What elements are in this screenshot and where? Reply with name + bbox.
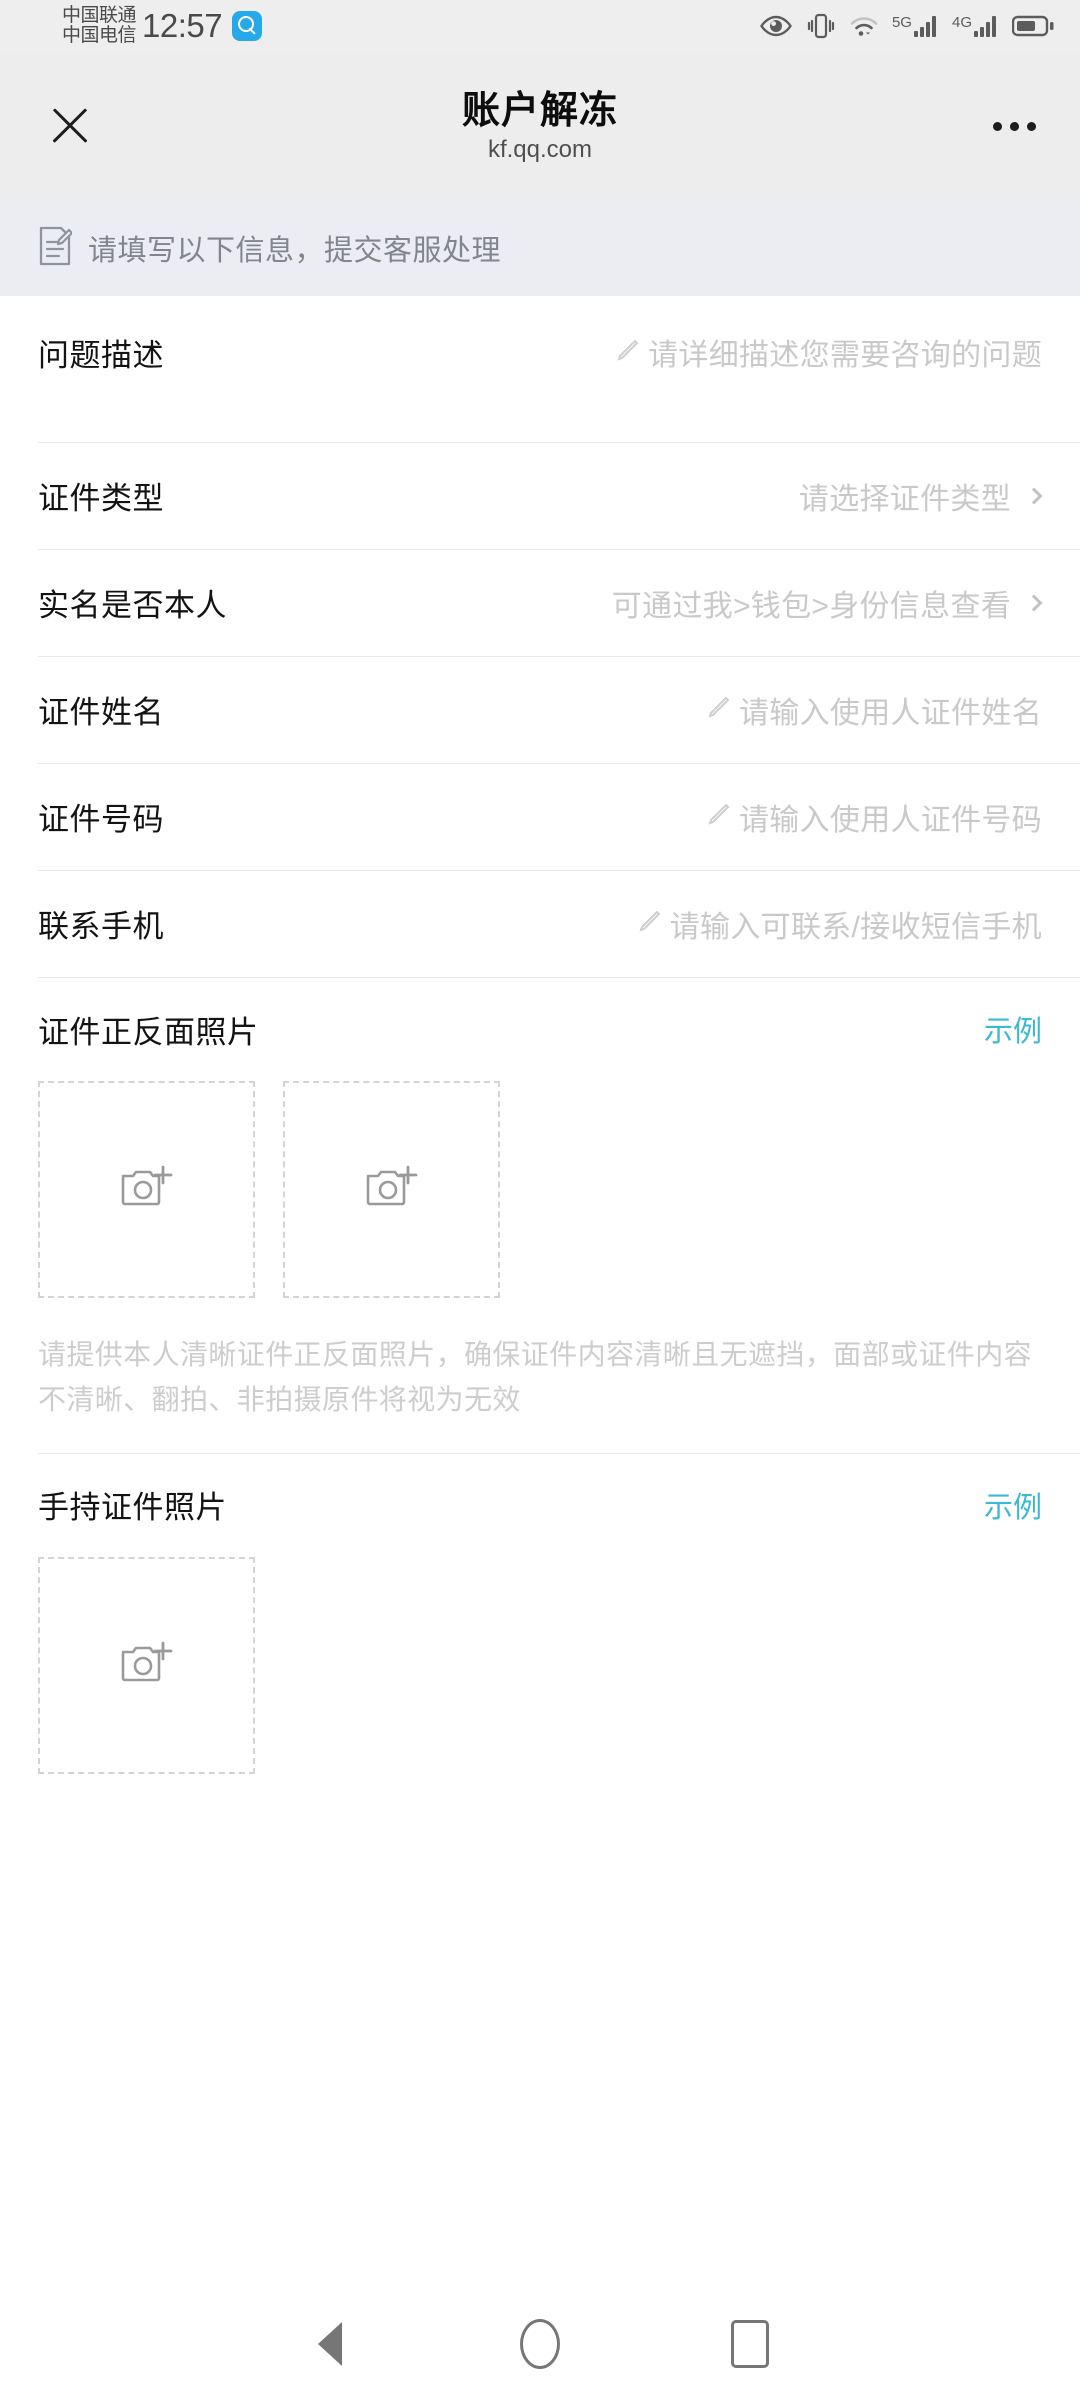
field-placeholder: 请选择证件类型 — [798, 482, 1011, 516]
field-value-wrap[interactable]: 请输入使用人证件姓名 — [706, 688, 1042, 732]
page-title: 账户解冻 — [461, 90, 618, 133]
wifi-icon — [849, 14, 879, 38]
field-placeholder: 请详细描述您需要咨询的问题 — [648, 339, 1042, 372]
field-placeholder: 请输入可联系/接收短信手机 — [669, 910, 1042, 944]
notice-text: 请填写以下信息，提交客服处理 — [88, 235, 502, 267]
upload-section-handheld-id-photo: 手持证件照片 示例 — [0, 1452, 1080, 1774]
field-label: 实名是否本人 — [38, 588, 227, 623]
app-screen: 中国联通 中国电信 12:57 5G 4G 账户解冻 kf.qq.com 请填写… — [0, 0, 1080, 2400]
note-edit-icon — [38, 226, 74, 271]
section-title: 证件正反面照片 — [38, 1014, 259, 1050]
field-value-wrap[interactable]: 可通过我>钱包>身份信息查看 — [611, 581, 1043, 625]
pencil-icon — [706, 801, 732, 832]
android-nav-bar — [0, 2288, 1080, 2400]
form-row-problem-description[interactable]: 问题描述 请详细描述您需要咨询的问题 — [0, 296, 1080, 442]
field-placeholder: 请输入使用人证件姓名 — [739, 696, 1042, 730]
field-label: 证件类型 — [38, 481, 164, 516]
vibrate-icon — [806, 13, 836, 39]
pencil-icon — [615, 337, 641, 368]
home-icon[interactable] — [435, 2288, 645, 2400]
upload-box-handheld-id[interactable] — [38, 1556, 255, 1774]
upload-box-id-front[interactable] — [38, 1081, 255, 1298]
search-icon[interactable] — [232, 11, 263, 41]
signal-5g-icon: 5G — [892, 14, 939, 38]
carrier-primary: 中国联通 — [62, 5, 137, 27]
field-placeholder: 请输入使用人证件号码 — [739, 803, 1042, 837]
eye-comfort-icon — [759, 15, 793, 37]
field-label: 证件姓名 — [38, 695, 164, 730]
section-title: 手持证件照片 — [38, 1490, 227, 1526]
form-container: 问题描述 请详细描述您需要咨询的问题 证件类型 请选择证件类型 实名是否本人 可… — [0, 296, 1080, 2400]
section-header: 证件正反面照片 示例 — [38, 977, 1042, 1081]
form-row-realname-is-self[interactable]: 实名是否本人 可通过我>钱包>身份信息查看 — [0, 549, 1080, 656]
camera-add-icon — [119, 1639, 175, 1692]
back-icon[interactable] — [225, 2288, 435, 2400]
more-options-icon[interactable] — [993, 121, 1036, 131]
field-value-wrap[interactable]: 请详细描述您需要咨询的问题 — [615, 330, 1042, 374]
close-icon[interactable] — [44, 100, 96, 152]
upload-hint-text: 请提供本人清晰证件正反面照片，确保证件内容清晰且无遮挡，面部或证件内容不清晰、翻… — [38, 1339, 1033, 1416]
page-subtitle-url: kf.qq.com — [487, 136, 593, 164]
carrier-secondary: 中国电信 — [62, 25, 137, 46]
example-link[interactable]: 示例 — [984, 1484, 1042, 1526]
field-placeholder: 可通过我>钱包>身份信息查看 — [611, 589, 1011, 623]
upload-box-group — [38, 1081, 1042, 1298]
upload-section-id-photos: 证件正反面照片 示例 请提供本人清晰证件正反面照片，确保证件内容清晰且无遮挡，面… — [0, 977, 1080, 1453]
status-bar: 中国联通 中国电信 12:57 5G 4G — [0, 0, 1080, 52]
header-titles: 账户解冻 kf.qq.com — [0, 88, 1080, 164]
status-bar-right: 5G 4G — [759, 13, 1054, 39]
section-header: 手持证件照片 示例 — [38, 1453, 1042, 1557]
form-row-contact-phone[interactable]: 联系手机 请输入可联系/接收短信手机 — [0, 870, 1080, 977]
form-row-id-name[interactable]: 证件姓名 请输入使用人证件姓名 — [0, 656, 1080, 763]
signal-5g-label: 5G — [891, 14, 912, 31]
field-value-wrap[interactable]: 请输入可联系/接收短信手机 — [637, 902, 1042, 946]
pencil-icon — [706, 694, 732, 725]
form-row-id-type[interactable]: 证件类型 请选择证件类型 — [0, 442, 1080, 549]
form-row-id-number[interactable]: 证件号码 请输入使用人证件号码 — [0, 763, 1080, 870]
carrier-names: 中国联通 中国电信 — [62, 5, 137, 46]
battery-icon — [1012, 14, 1054, 38]
upload-box-id-back[interactable] — [283, 1081, 500, 1298]
recents-icon[interactable] — [645, 2288, 855, 2400]
field-label: 证件号码 — [38, 802, 164, 837]
signal-4g-icon: 4G — [952, 14, 999, 38]
chevron-right-icon — [1025, 594, 1043, 611]
pencil-icon — [637, 908, 663, 939]
page-header: 账户解冻 kf.qq.com — [0, 52, 1080, 200]
field-label: 联系手机 — [38, 909, 164, 944]
camera-add-icon — [364, 1163, 420, 1216]
field-value-wrap[interactable]: 请输入使用人证件号码 — [706, 795, 1042, 839]
status-bar-left: 中国联通 中国电信 12:57 — [0, 5, 263, 46]
upload-box-group — [38, 1556, 1042, 1774]
chevron-right-icon — [1025, 487, 1043, 504]
camera-add-icon — [119, 1163, 175, 1216]
notice-bar: 请填写以下信息，提交客服处理 — [0, 200, 1080, 296]
status-bar-clock: 12:57 — [142, 7, 223, 44]
example-link[interactable]: 示例 — [984, 1008, 1042, 1050]
field-value-wrap[interactable]: 请选择证件类型 — [798, 474, 1043, 518]
signal-4g-label: 4G — [951, 14, 972, 31]
field-label: 问题描述 — [38, 338, 164, 373]
